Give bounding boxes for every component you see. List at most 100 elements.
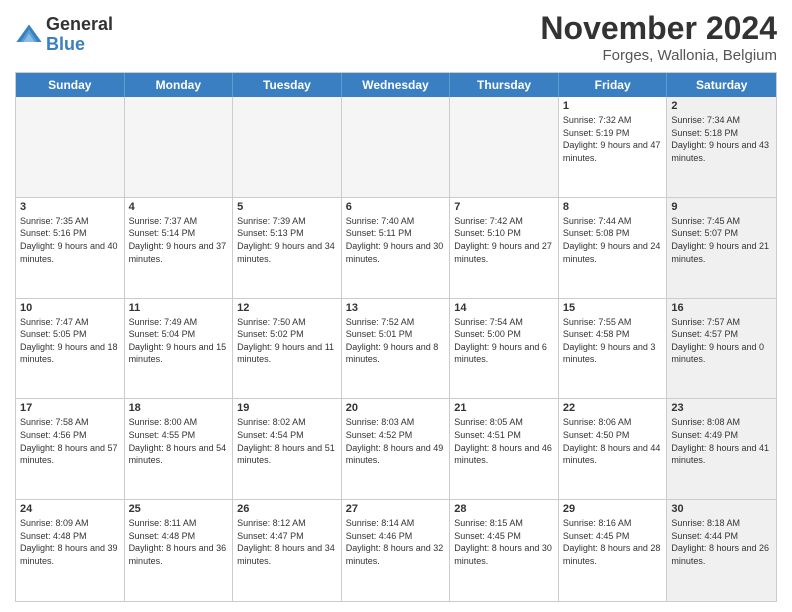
day-info: Sunrise: 8:16 AM Sunset: 4:45 PM Dayligh… (563, 517, 663, 567)
day-number: 23 (671, 402, 772, 414)
calendar-cell: 16 Sunrise: 7:57 AM Sunset: 4:57 PM Dayli… (667, 299, 776, 399)
calendar-cell (16, 97, 125, 197)
calendar-cell: 27 Sunrise: 8:14 AM Sunset: 4:46 PM Dayli… (342, 500, 451, 601)
day-info: Sunrise: 8:12 AM Sunset: 4:47 PM Dayligh… (237, 517, 337, 567)
day-number: 22 (563, 402, 663, 414)
calendar-cell: 3Sunrise: 7:35 AM Sunset: 5:16 PM Daylig… (16, 198, 125, 298)
day-info: Sunrise: 7:42 AM Sunset: 5:10 PM Dayligh… (454, 215, 554, 265)
day-number: 10 (20, 302, 120, 314)
calendar-cell: 14Sunrise: 7:54 AM Sunset: 5:00 PM Dayli… (450, 299, 559, 399)
day-info: Sunrise: 7:37 AM Sunset: 5:14 PM Dayligh… (129, 215, 229, 265)
calendar-cell: 6 Sunrise: 7:40 AM Sunset: 5:11 PM Daylig… (342, 198, 451, 298)
day-info: Sunrise: 8:15 AM Sunset: 4:45 PM Dayligh… (454, 517, 554, 567)
day-info: Sunrise: 8:05 AM Sunset: 4:51 PM Dayligh… (454, 416, 554, 466)
day-info: Sunrise: 7:35 AM Sunset: 5:16 PM Dayligh… (20, 215, 120, 265)
calendar-cell: 15Sunrise: 7:55 AM Sunset: 4:58 PM Dayli… (559, 299, 668, 399)
day-info: Sunrise: 7:50 AM Sunset: 5:02 PM Dayligh… (237, 316, 337, 366)
calendar-row-3: 17 Sunrise: 7:58 AM Sunset: 4:56 PM Dayli… (16, 399, 776, 500)
calendar-cell: 13Sunrise: 7:52 AM Sunset: 5:01 PM Dayli… (342, 299, 451, 399)
day-info: Sunrise: 8:09 AM Sunset: 4:48 PM Dayligh… (20, 517, 120, 567)
calendar-cell: 23 Sunrise: 8:08 AM Sunset: 4:49 PM Dayli… (667, 399, 776, 499)
day-number: 4 (129, 201, 229, 213)
weekday-header-sunday: Sunday (16, 73, 125, 97)
calendar: SundayMondayTuesdayWednesdayThursdayFrid… (15, 72, 777, 602)
day-info: Sunrise: 7:47 AM Sunset: 5:05 PM Dayligh… (20, 316, 120, 366)
calendar-cell: 10 Sunrise: 7:47 AM Sunset: 5:05 PM Dayli… (16, 299, 125, 399)
month-title: November 2024 (540, 10, 777, 47)
day-number: 25 (129, 503, 229, 515)
day-number: 17 (20, 402, 120, 414)
weekday-header-monday: Monday (125, 73, 234, 97)
calendar-cell: 7 Sunrise: 7:42 AM Sunset: 5:10 PM Daylig… (450, 198, 559, 298)
weekday-header-saturday: Saturday (667, 73, 776, 97)
day-number: 21 (454, 402, 554, 414)
day-info: Sunrise: 7:44 AM Sunset: 5:08 PM Dayligh… (563, 215, 663, 265)
day-number: 7 (454, 201, 554, 213)
day-number: 5 (237, 201, 337, 213)
day-number: 2 (671, 100, 772, 112)
day-info: Sunrise: 7:34 AM Sunset: 5:18 PM Dayligh… (671, 114, 772, 164)
calendar-row-4: 24 Sunrise: 8:09 AM Sunset: 4:48 PM Dayli… (16, 500, 776, 601)
day-number: 19 (237, 402, 337, 414)
day-number: 30 (671, 503, 772, 515)
calendar-cell: 18 Sunrise: 8:00 AM Sunset: 4:55 PM Dayli… (125, 399, 234, 499)
day-number: 15 (563, 302, 663, 314)
calendar-row-1: 3Sunrise: 7:35 AM Sunset: 5:16 PM Daylig… (16, 198, 776, 299)
day-info: Sunrise: 7:45 AM Sunset: 5:07 PM Dayligh… (671, 215, 772, 265)
day-info: Sunrise: 8:18 AM Sunset: 4:44 PM Dayligh… (671, 517, 772, 567)
logo-text: General Blue (46, 15, 113, 55)
calendar-cell: 21 Sunrise: 8:05 AM Sunset: 4:51 PM Dayli… (450, 399, 559, 499)
calendar-cell: 20Sunrise: 8:03 AM Sunset: 4:52 PM Dayli… (342, 399, 451, 499)
day-number: 8 (563, 201, 663, 213)
header: General Blue November 2024 Forges, Wallo… (15, 10, 777, 64)
day-number: 28 (454, 503, 554, 515)
calendar-cell: 25Sunrise: 8:11 AM Sunset: 4:48 PM Dayli… (125, 500, 234, 601)
day-number: 24 (20, 503, 120, 515)
calendar-cell: 29 Sunrise: 8:16 AM Sunset: 4:45 PM Dayli… (559, 500, 668, 601)
calendar-cell: 12 Sunrise: 7:50 AM Sunset: 5:02 PM Dayli… (233, 299, 342, 399)
weekday-header-friday: Friday (559, 73, 668, 97)
day-number: 14 (454, 302, 554, 314)
day-info: Sunrise: 7:49 AM Sunset: 5:04 PM Dayligh… (129, 316, 229, 366)
day-number: 12 (237, 302, 337, 314)
calendar-cell: 22 Sunrise: 8:06 AM Sunset: 4:50 PM Dayli… (559, 399, 668, 499)
day-number: 27 (346, 503, 446, 515)
logo-line2: Blue (46, 34, 85, 54)
day-info: Sunrise: 7:57 AM Sunset: 4:57 PM Dayligh… (671, 316, 772, 366)
day-info: Sunrise: 7:40 AM Sunset: 5:11 PM Dayligh… (346, 215, 446, 265)
calendar-cell: 28 Sunrise: 8:15 AM Sunset: 4:45 PM Dayli… (450, 500, 559, 601)
day-info: Sunrise: 8:08 AM Sunset: 4:49 PM Dayligh… (671, 416, 772, 466)
title-block: November 2024 Forges, Wallonia, Belgium (540, 10, 777, 64)
day-info: Sunrise: 8:14 AM Sunset: 4:46 PM Dayligh… (346, 517, 446, 567)
day-number: 29 (563, 503, 663, 515)
day-number: 16 (671, 302, 772, 314)
day-info: Sunrise: 8:06 AM Sunset: 4:50 PM Dayligh… (563, 416, 663, 466)
day-info: Sunrise: 8:00 AM Sunset: 4:55 PM Dayligh… (129, 416, 229, 466)
calendar-cell: 11Sunrise: 7:49 AM Sunset: 5:04 PM Dayli… (125, 299, 234, 399)
calendar-cell (450, 97, 559, 197)
logo-icon (15, 21, 43, 49)
calendar-cell: 9Sunrise: 7:45 AM Sunset: 5:07 PM Daylig… (667, 198, 776, 298)
calendar-cell: 24 Sunrise: 8:09 AM Sunset: 4:48 PM Dayli… (16, 500, 125, 601)
page: General Blue November 2024 Forges, Wallo… (0, 0, 792, 612)
calendar-cell (342, 97, 451, 197)
day-info: Sunrise: 7:58 AM Sunset: 4:56 PM Dayligh… (20, 416, 120, 466)
day-number: 6 (346, 201, 446, 213)
calendar-body: 1Sunrise: 7:32 AM Sunset: 5:19 PM Daylig… (16, 97, 776, 601)
calendar-cell: 30 Sunrise: 8:18 AM Sunset: 4:44 PM Dayli… (667, 500, 776, 601)
day-info: Sunrise: 8:02 AM Sunset: 4:54 PM Dayligh… (237, 416, 337, 466)
calendar-cell (233, 97, 342, 197)
day-number: 20 (346, 402, 446, 414)
logo-line1: General (46, 15, 113, 35)
day-info: Sunrise: 7:52 AM Sunset: 5:01 PM Dayligh… (346, 316, 446, 366)
day-number: 18 (129, 402, 229, 414)
calendar-header: SundayMondayTuesdayWednesdayThursdayFrid… (16, 73, 776, 97)
calendar-cell: 4 Sunrise: 7:37 AM Sunset: 5:14 PM Daylig… (125, 198, 234, 298)
calendar-cell: 1Sunrise: 7:32 AM Sunset: 5:19 PM Daylig… (559, 97, 668, 197)
calendar-cell: 8 Sunrise: 7:44 AM Sunset: 5:08 PM Daylig… (559, 198, 668, 298)
weekday-header-thursday: Thursday (450, 73, 559, 97)
day-info: Sunrise: 7:39 AM Sunset: 5:13 PM Dayligh… (237, 215, 337, 265)
calendar-row-0: 1Sunrise: 7:32 AM Sunset: 5:19 PM Daylig… (16, 97, 776, 198)
day-info: Sunrise: 7:32 AM Sunset: 5:19 PM Dayligh… (563, 114, 663, 164)
weekday-header-wednesday: Wednesday (342, 73, 451, 97)
